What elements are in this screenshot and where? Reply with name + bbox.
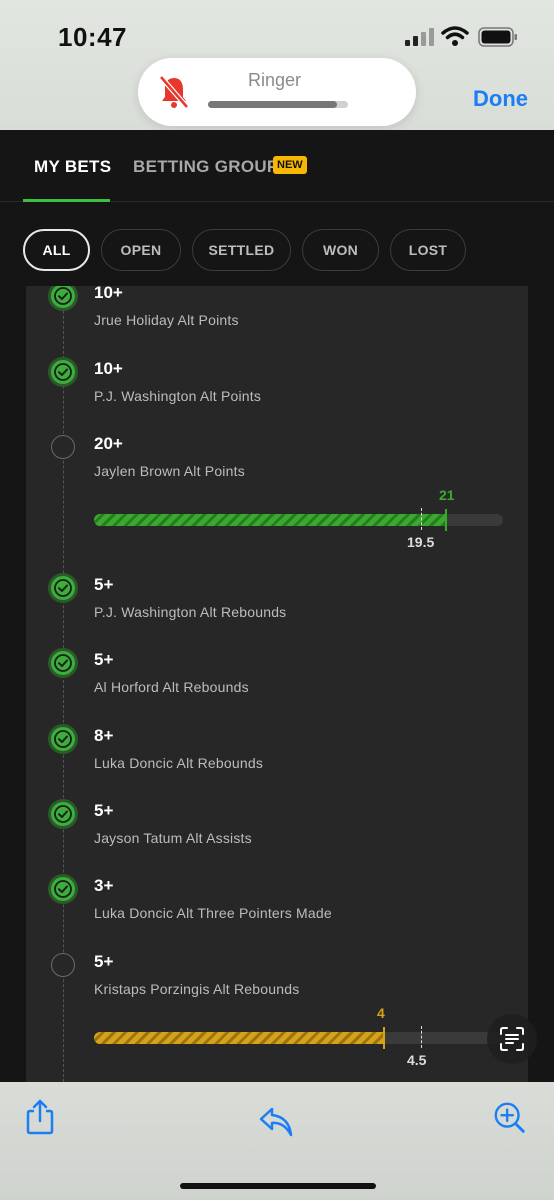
leg-description: Jayson Tatum Alt Assists bbox=[94, 830, 252, 846]
leg-line: 3+ bbox=[94, 876, 114, 895]
leg-line: 5+ bbox=[94, 952, 114, 971]
stat-progress-bar: 21 19.5 bbox=[94, 487, 503, 550]
threshold-value: 19.5 bbox=[407, 534, 435, 550]
filter-lost[interactable]: LOST bbox=[390, 229, 466, 271]
home-indicator bbox=[180, 1183, 376, 1189]
leg-description: Luka Doncic Alt Rebounds bbox=[94, 755, 264, 771]
checkmark-circle-icon bbox=[51, 727, 75, 751]
ringer-volume-fill bbox=[208, 101, 337, 108]
current-stat-value: 4 bbox=[377, 1005, 385, 1021]
progress-fill bbox=[94, 1032, 384, 1044]
leg-line: 5+ bbox=[94, 650, 114, 669]
new-badge: NEW bbox=[273, 156, 307, 174]
active-tab-indicator bbox=[23, 199, 110, 202]
stat-progress-bar: 4 4.5 bbox=[94, 1005, 503, 1068]
leg-description: Al Horford Alt Rebounds bbox=[94, 679, 249, 695]
checkmark-circle-icon bbox=[51, 877, 75, 901]
leg-line: 5+ bbox=[94, 575, 114, 594]
filter-open[interactable]: OPEN bbox=[101, 229, 181, 271]
leg-line: 8+ bbox=[94, 726, 114, 745]
status-time: 10:47 bbox=[58, 22, 127, 52]
leg-line: 20+ bbox=[94, 434, 123, 453]
ringer-label: Ringer bbox=[248, 70, 302, 90]
leg-description: Jaylen Brown Alt Points bbox=[94, 463, 245, 479]
live-text-icon bbox=[500, 1027, 524, 1051]
progress-fill bbox=[94, 514, 446, 526]
share-icon[interactable] bbox=[22, 1097, 58, 1137]
current-value-marker bbox=[383, 1027, 385, 1049]
checkmark-circle-icon bbox=[51, 286, 75, 308]
current-value-marker bbox=[445, 509, 447, 531]
threshold-marker bbox=[421, 508, 422, 530]
done-button[interactable]: Done bbox=[473, 86, 528, 112]
threshold-value: 4.5 bbox=[407, 1052, 427, 1068]
tab-betting-groups[interactable]: BETTING GROUPS bbox=[133, 157, 290, 177]
magnify-plus-icon[interactable] bbox=[492, 1099, 528, 1139]
leg-description: P.J. Washington Alt Points bbox=[94, 388, 262, 404]
checkmark-circle-icon bbox=[51, 651, 75, 675]
threshold-marker bbox=[421, 1026, 422, 1048]
image-viewer-header: 10:47 Ringer Done bbox=[0, 0, 554, 130]
bet-filters: ALL OPEN SETTLED WON LOST bbox=[0, 203, 554, 286]
bell-slash-icon bbox=[159, 75, 189, 109]
current-stat-value: 21 bbox=[439, 487, 455, 503]
leg-description: Luka Doncic Alt Three Pointers Made bbox=[94, 905, 332, 921]
leg-line: 10+ bbox=[94, 286, 123, 302]
filter-all[interactable]: ALL bbox=[23, 229, 90, 271]
wifi-icon bbox=[441, 26, 469, 46]
parlay-legs-card: 10+ Jrue Holiday Alt Points 10+ P.J. Washin… bbox=[26, 286, 528, 1082]
leg-line: 10+ bbox=[94, 359, 123, 378]
ringer-volume-bar bbox=[208, 101, 348, 108]
checkmark-circle-icon bbox=[51, 802, 75, 826]
checkmark-circle-icon bbox=[51, 576, 75, 600]
checkmark-circle-icon bbox=[51, 360, 75, 384]
filter-won[interactable]: WON bbox=[302, 229, 379, 271]
leg-line: 5+ bbox=[94, 801, 114, 820]
bets-tabs: MY BETS BETTING GROUPS NEW bbox=[0, 130, 554, 202]
leg-description: Jrue Holiday Alt Points bbox=[94, 312, 239, 328]
battery-icon bbox=[478, 27, 517, 47]
pending-circle-icon bbox=[51, 435, 75, 459]
reply-icon[interactable] bbox=[258, 1102, 294, 1142]
filter-settled[interactable]: SETTLED bbox=[192, 229, 291, 271]
leg-description: P.J. Washington Alt Rebounds bbox=[94, 604, 287, 620]
live-text-button[interactable] bbox=[487, 1014, 537, 1064]
tab-my-bets[interactable]: MY BETS bbox=[34, 157, 111, 177]
cellular-signal-icon bbox=[405, 28, 434, 46]
ringer-hud: Ringer bbox=[138, 58, 416, 126]
leg-description: Kristaps Porzingis Alt Rebounds bbox=[94, 981, 300, 997]
pending-circle-icon bbox=[51, 953, 75, 977]
